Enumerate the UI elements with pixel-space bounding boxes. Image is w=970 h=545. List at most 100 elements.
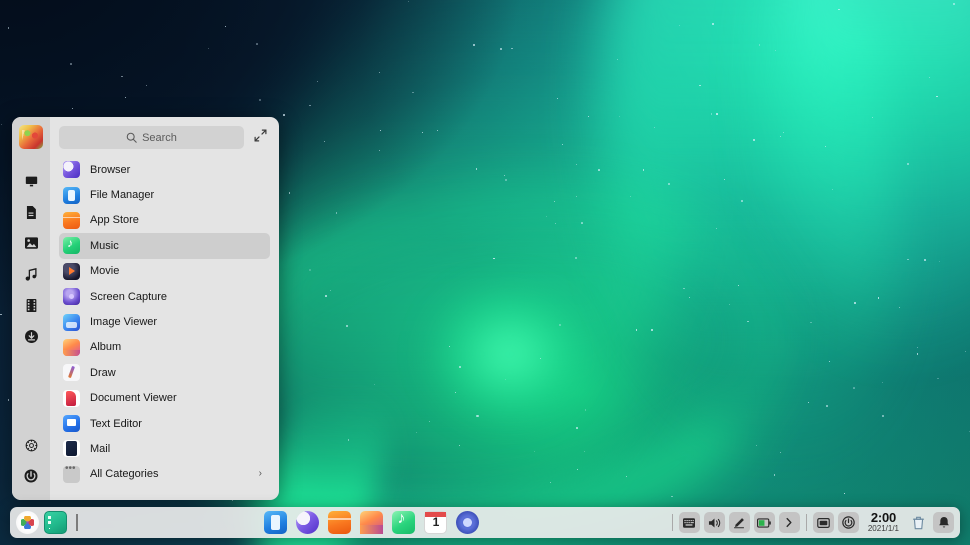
sidebar-item-pictures[interactable] [16, 228, 46, 258]
keyboard-icon[interactable] [679, 512, 700, 533]
app-list-item[interactable]: Screen Capture [59, 284, 270, 309]
app-list-item[interactable]: Document Viewer [59, 386, 270, 411]
album-icon[interactable] [360, 511, 383, 534]
star [636, 329, 638, 331]
trash-icon[interactable] [908, 512, 929, 533]
launcher-icon[interactable] [16, 511, 39, 534]
app-list-item-label: Draw [90, 367, 116, 379]
volume-icon[interactable] [704, 512, 725, 533]
sidebar-item-music[interactable] [16, 259, 46, 289]
dock-app-group [78, 511, 666, 534]
app-list-item[interactable]: File Manager [59, 182, 270, 207]
app-list-item-label: App Store [90, 214, 139, 226]
browser-icon[interactable] [296, 511, 319, 534]
star [826, 405, 828, 407]
text-editor-icon [63, 415, 80, 432]
app-list-item[interactable]: Text Editor [59, 411, 270, 436]
brightness-pen-icon[interactable] [729, 512, 750, 533]
application-list: BrowserFile Manager App Store MusicMovieSc… [59, 157, 270, 496]
star [511, 48, 513, 50]
star [146, 85, 147, 86]
star [810, 322, 812, 324]
sidebar-item-downloads[interactable] [16, 321, 46, 351]
app-list-item[interactable]: Mail [59, 436, 270, 461]
star [716, 113, 718, 115]
star [324, 141, 325, 142]
album-icon [63, 339, 80, 356]
music-icon [25, 268, 37, 281]
app-list-item[interactable]: Music [59, 233, 270, 258]
star [505, 379, 506, 380]
sidebar-item-videos[interactable] [16, 290, 46, 320]
app-list-item[interactable]: Album [59, 335, 270, 360]
sidebar-item-computer[interactable] [16, 166, 46, 196]
user-avatar-icon[interactable] [19, 125, 43, 149]
settings-gear-icon[interactable] [456, 511, 479, 534]
star [844, 493, 845, 494]
star [712, 23, 714, 25]
screen-capture-icon [63, 288, 80, 305]
star [738, 285, 739, 286]
notifications-bell-icon[interactable] [933, 512, 954, 533]
app-list-item[interactable]: App Store [59, 208, 270, 233]
star [449, 346, 450, 347]
calendar-icon[interactable] [424, 511, 447, 534]
star [899, 307, 901, 309]
app-list-item-label: Album [90, 341, 121, 353]
clock[interactable]: 2:00 2021/1/1 [868, 511, 899, 533]
music-app-icon[interactable] [392, 511, 415, 534]
star [459, 445, 460, 446]
expand-launcher-button[interactable] [250, 128, 270, 148]
star [408, 1, 409, 2]
app-list-item[interactable]: Draw [59, 360, 270, 385]
star [651, 329, 653, 331]
clock-date: 2021/1/1 [868, 525, 899, 533]
star [741, 200, 743, 202]
star [317, 81, 318, 82]
sidebar-item-power[interactable] [16, 461, 46, 491]
star [775, 50, 777, 52]
star [939, 261, 940, 262]
chevron-right-icon[interactable] [779, 512, 800, 533]
battery-icon[interactable] [754, 512, 775, 533]
music-app-icon [63, 237, 80, 254]
display-icon[interactable] [813, 512, 834, 533]
star [711, 113, 713, 115]
search-input[interactable]: Search [59, 126, 244, 149]
sidebar-item-documents[interactable] [16, 197, 46, 227]
clock-time: 2:00 [868, 511, 899, 525]
star [562, 144, 563, 145]
star [729, 304, 730, 305]
star [588, 116, 589, 117]
star [929, 77, 931, 79]
star [598, 169, 600, 171]
app-list-item[interactable]: All Categories› [59, 462, 270, 487]
star [72, 108, 73, 109]
file-manager-icon[interactable] [264, 511, 287, 534]
power-icon [24, 469, 38, 483]
pictures-icon [25, 237, 38, 249]
sidebar-item-settings[interactable] [16, 430, 46, 460]
terminal-window-icon[interactable] [44, 511, 67, 534]
star [225, 26, 226, 27]
star [416, 432, 417, 433]
file-manager-icon [63, 187, 80, 204]
app-list-item-label: All Categories [90, 468, 158, 480]
star [756, 445, 757, 446]
app-list-item[interactable]: Browser [59, 157, 270, 182]
star [429, 421, 430, 422]
star [832, 189, 834, 191]
app-list-item[interactable]: Movie [59, 259, 270, 284]
taskbar-dock: 2:00 2021/1/1 [10, 507, 960, 538]
settings-gear-icon [25, 439, 38, 452]
star [654, 127, 655, 128]
mail-icon [63, 440, 80, 457]
app-list-item[interactable]: Image Viewer [59, 309, 270, 334]
star [626, 476, 627, 477]
draw-icon [63, 364, 80, 381]
app-store-icon[interactable] [328, 511, 351, 534]
star [838, 9, 839, 10]
power-icon[interactable] [838, 512, 859, 533]
star [783, 132, 785, 134]
star [555, 223, 556, 224]
